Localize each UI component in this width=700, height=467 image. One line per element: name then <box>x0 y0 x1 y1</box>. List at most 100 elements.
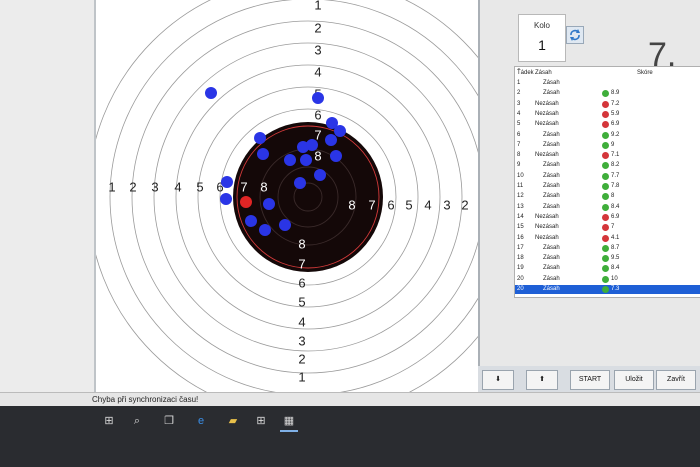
table-row[interactable]: 15 Nezásah 7 <box>515 223 700 232</box>
shot-marker[interactable] <box>284 154 296 166</box>
shot-marker[interactable] <box>205 87 217 99</box>
ring-label-right: 6 <box>387 197 394 212</box>
table-row[interactable]: 4 Nezásah 5.9 <box>515 110 700 119</box>
shot-marker[interactable] <box>334 125 346 137</box>
task-view-icon[interactable]: ❐ <box>160 412 178 430</box>
table-row[interactable]: 18 Zásah 9.5 <box>515 254 700 263</box>
status-message: Chyba při synchronizaci času! <box>92 395 199 404</box>
shooting-target[interactable]: 12345678876543211234567887654321 <box>96 0 478 392</box>
row-id: 11 <box>517 183 524 189</box>
miss-status-icon <box>602 121 609 129</box>
table-row[interactable]: 2 Zásah 8.9 <box>515 89 700 98</box>
save-button[interactable]: Uložit <box>614 370 654 390</box>
row-result: Zásah <box>543 255 560 262</box>
windows-start-icon[interactable]: ⊞ <box>100 412 118 430</box>
hit-status-icon <box>602 90 609 98</box>
row-id: 18 <box>517 255 524 262</box>
table-row[interactable]: 1 Zásah <box>515 79 700 88</box>
move-up-button[interactable]: ⬆ <box>526 370 558 390</box>
row-result: Zásah <box>543 265 560 272</box>
ring-label-top: 3 <box>314 42 321 57</box>
hit-status-icon <box>602 244 609 252</box>
row-result: Zásah <box>543 90 560 97</box>
table-row[interactable]: 8 Nezásah 7.1 <box>515 151 700 160</box>
shot-marker[interactable] <box>259 224 271 236</box>
row-id: 2 <box>517 90 521 97</box>
shot-marker[interactable] <box>330 150 342 162</box>
row-id: 10 <box>517 172 524 179</box>
row-score: 7.2 <box>611 100 620 107</box>
table-row[interactable]: 3 Nezásah 7.2 <box>515 100 700 109</box>
table-row[interactable]: 17 Zásah 8.7 <box>515 244 700 253</box>
target-app-icon[interactable]: ▦ <box>280 412 298 432</box>
table-row[interactable]: 20 Zásah 7.3 <box>515 285 700 294</box>
shot-marker[interactable] <box>294 177 306 189</box>
miss-status-icon <box>602 234 609 242</box>
target-view[interactable]: 12345678876543211234567887654321 <box>96 0 478 392</box>
table-row[interactable]: 14 Nezásah 6.9 <box>515 213 700 222</box>
refresh-icon <box>570 29 580 41</box>
ring-label-left: 8 <box>260 179 267 194</box>
row-result: Nezásah <box>535 224 559 231</box>
shot-marker[interactable] <box>263 198 275 210</box>
shot-marker[interactable] <box>312 92 324 104</box>
row-id: 4 <box>517 110 521 117</box>
move-down-button[interactable]: ⬇ <box>482 370 514 390</box>
ring-label-top: 4 <box>314 64 321 79</box>
table-row[interactable]: 11 Zásah 7.8 <box>515 182 700 191</box>
close-button[interactable]: Zavřít <box>656 370 696 390</box>
table-row[interactable]: 10 Zásah 7.7 <box>515 172 700 181</box>
column-header-id: Ťádek <box>517 70 534 76</box>
table-row[interactable]: 5 Nezásah 6.9 <box>515 120 700 129</box>
shot-marker[interactable] <box>245 215 257 227</box>
search-icon[interactable]: ⌕ <box>128 412 146 430</box>
store-icon[interactable]: ⊞ <box>252 412 270 430</box>
ring-label-bottom: 1 <box>298 369 305 384</box>
hit-status-icon <box>602 172 609 180</box>
ring-label-right: 8 <box>348 197 355 212</box>
hit-status-icon <box>602 275 609 283</box>
refresh-button[interactable] <box>566 26 584 44</box>
shot-marker[interactable] <box>325 134 337 146</box>
results-panel: Kolo 1 7. Ťádek Zásah Skóre 1 Zásah 2 Zásah… <box>478 0 700 392</box>
row-score: 9 <box>611 141 615 148</box>
row-id: 12 <box>517 193 524 200</box>
shot-marker[interactable] <box>221 176 233 188</box>
last-shot-marker[interactable] <box>240 196 252 208</box>
ring-label-bottom: 8 <box>298 236 305 251</box>
row-result: Zásah <box>543 183 560 189</box>
miss-status-icon <box>602 224 609 232</box>
row-result: Zásah <box>543 131 560 138</box>
table-row[interactable]: 19 Zásah 8.4 <box>515 264 700 273</box>
shot-marker[interactable] <box>300 154 312 166</box>
ring-label-top: 2 <box>314 20 321 35</box>
shot-marker[interactable] <box>254 132 266 144</box>
ring-label-bottom: 4 <box>298 314 305 329</box>
file-explorer-icon[interactable]: ▰ <box>224 412 242 430</box>
table-row[interactable]: 9 Zásah 8.2 <box>515 161 700 170</box>
edge-browser-icon[interactable]: e <box>192 412 210 430</box>
table-row[interactable]: 16 Nezásah 4.1 <box>515 234 700 243</box>
table-row[interactable]: 13 Zásah 8.4 <box>515 203 700 212</box>
ring-label-right: 7 <box>368 197 375 212</box>
table-row[interactable]: 6 Zásah 9.2 <box>515 131 700 140</box>
ring-label-left: 7 <box>240 179 247 194</box>
hit-status-icon <box>602 255 609 263</box>
row-id: 6 <box>517 131 521 138</box>
shot-marker[interactable] <box>306 139 318 151</box>
ring-label-bottom: 6 <box>298 275 305 290</box>
row-id: 5 <box>517 121 521 128</box>
start-button[interactable]: START <box>570 370 610 390</box>
table-row[interactable]: 7 Zásah 9 <box>515 141 700 150</box>
shot-table[interactable]: Ťádek Zásah Skóre 1 Zásah 2 Zásah 8.9 3 Nezása… <box>514 66 700 298</box>
table-row[interactable]: 12 Zásah 8 <box>515 192 700 201</box>
shot-marker[interactable] <box>220 193 232 205</box>
left-panel <box>0 0 96 392</box>
row-id: 13 <box>517 203 524 210</box>
shot-marker[interactable] <box>314 169 326 181</box>
row-result: Zásah <box>543 162 560 169</box>
shot-marker[interactable] <box>279 219 291 231</box>
table-row[interactable]: 20 Zásah 10 <box>515 275 700 284</box>
miss-status-icon <box>602 152 609 160</box>
shot-marker[interactable] <box>257 148 269 160</box>
